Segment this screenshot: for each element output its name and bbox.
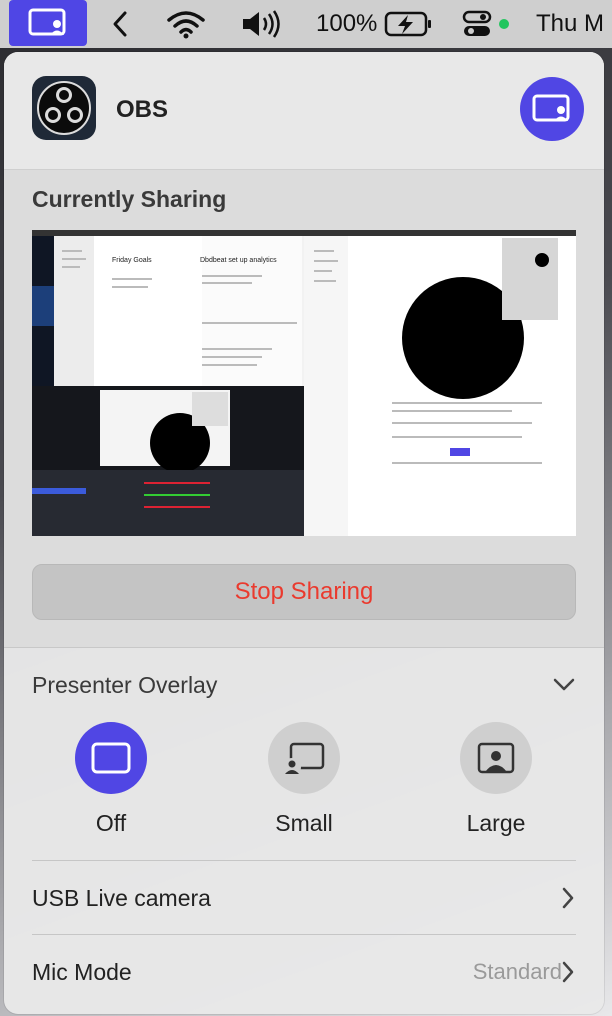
overlay-option-off[interactable]: Off	[51, 722, 171, 837]
currently-sharing-section: Currently Sharing Friday Goals Dbdbeat s…	[4, 170, 604, 648]
wifi-icon[interactable]	[166, 0, 206, 48]
section-title: Currently Sharing	[32, 186, 227, 212]
small-overlay-icon	[283, 742, 325, 776]
overlay-option-small[interactable]: Small	[244, 722, 364, 837]
battery-charging-icon[interactable]	[384, 0, 434, 48]
overlay-option-label: Off	[95, 810, 127, 836]
panel-header: OBS	[4, 52, 604, 170]
status-dot-icon	[499, 0, 509, 48]
chevron-down-icon[interactable]	[552, 674, 576, 699]
overlay-option-label: Large	[466, 810, 526, 836]
camera-row[interactable]: USB Live camera	[32, 868, 576, 928]
overlay-small-button[interactable]	[268, 722, 340, 794]
camera-label: USB Live camera	[32, 884, 211, 911]
preview-doc-title: Friday Goals	[112, 257, 152, 264]
large-overlay-icon	[477, 742, 515, 774]
preview-doc-heading: Dbdbeat set up analytics	[200, 257, 277, 264]
menubar-clock[interactable]: Thu M	[536, 0, 604, 48]
divider	[32, 860, 576, 861]
window-icon	[91, 742, 131, 774]
overlay-option-large[interactable]: Large	[436, 722, 556, 837]
screen-share-icon	[532, 94, 570, 122]
overlay-option-label: Small	[275, 810, 333, 836]
chevron-right-icon	[560, 960, 576, 989]
obs-app-icon	[32, 76, 96, 140]
overlay-off-button[interactable]	[75, 722, 147, 794]
screen-preview: Friday Goals Dbdbeat set up analytics	[32, 230, 576, 536]
mic-mode-label: Mic Mode	[32, 958, 132, 985]
mic-mode-value: Standard	[472, 959, 562, 984]
screen-share-menu-button[interactable]	[9, 0, 87, 46]
share-screen-button[interactable]	[520, 77, 584, 141]
chevron-right-icon	[560, 886, 576, 915]
overlay-large-button[interactable]	[460, 722, 532, 794]
divider	[32, 934, 576, 935]
volume-icon[interactable]	[240, 0, 284, 48]
screen-sharing-panel: OBS Currently Sharing Friday Goals Dbdbe…	[4, 52, 604, 1014]
stop-sharing-button[interactable]: Stop Sharing	[32, 564, 576, 620]
app-name: OBS	[116, 96, 169, 123]
control-center-icon[interactable]	[462, 0, 492, 48]
screen-share-icon	[28, 8, 66, 36]
presenter-overlay-title: Presenter Overlay	[32, 672, 218, 698]
chevron-left-icon[interactable]	[108, 0, 132, 48]
menu-bar: 100% Thu M	[0, 0, 612, 48]
mic-mode-row[interactable]: Mic Mode Standard	[32, 942, 576, 1002]
battery-percent: 100%	[316, 10, 378, 37]
